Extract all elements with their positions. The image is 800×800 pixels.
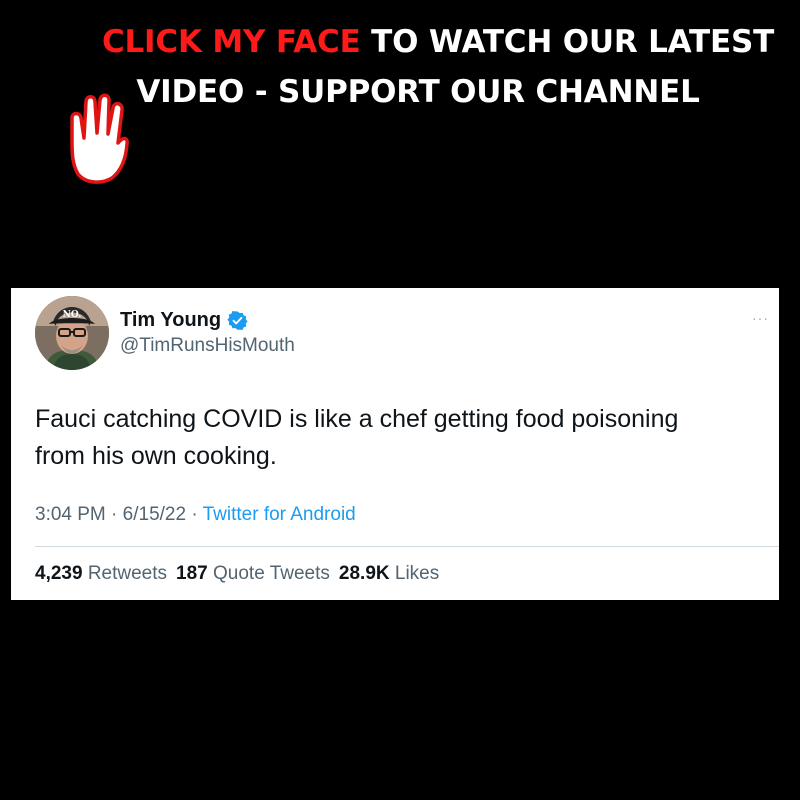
tweet-text-line-2: from his own cooking. (35, 442, 277, 470)
meta-separator: · (105, 504, 123, 525)
banner-line-1: CLICK MY FACE TO WATCH OUR LATEST (68, 24, 800, 60)
likes-stat[interactable]: 28.9K Likes (339, 563, 439, 584)
promo-banner[interactable]: CLICK MY FACE TO WATCH OUR LATEST VIDEO … (60, 22, 800, 184)
avatar-image: NO. (35, 296, 109, 370)
banner-line-2: VIDEO - SUPPORT OUR CHANNEL (136, 74, 700, 110)
author-name[interactable]: Tim Young (120, 309, 221, 332)
tweet-time[interactable]: 3:04 PM (35, 504, 106, 525)
retweets-label: Retweets (82, 563, 168, 584)
tweet-text-line-1: Fauci catching COVID is like a chef gett… (35, 405, 679, 433)
author-handle[interactable]: @TimRunsHisMouth (120, 335, 295, 357)
meta-separator: · (186, 504, 203, 525)
author-row[interactable]: Tim Young (120, 309, 248, 332)
tweet-date[interactable]: 6/15/22 (123, 504, 186, 525)
divider (35, 546, 779, 547)
likes-label: Likes (389, 563, 440, 584)
tweet-source-link[interactable]: Twitter for Android (203, 504, 356, 525)
banner-highlight: CLICK MY FACE (101, 24, 361, 60)
quote-tweets-label: Quote Tweets (207, 563, 330, 584)
avatar-cap-text: NO. (63, 310, 82, 320)
verified-badge-icon (227, 310, 248, 331)
quote-tweets-stat[interactable]: 187 Quote Tweets (176, 563, 330, 584)
retweets-stat[interactable]: 4,239 Retweets (35, 563, 167, 584)
quote-tweets-count: 187 (176, 563, 208, 584)
retweets-count: 4,239 (35, 563, 83, 584)
tweet-meta: 3:04 PM · 6/15/22 · Twitter for Android (35, 504, 356, 526)
tweet-text: Fauci catching COVID is like a chef gett… (35, 401, 765, 475)
more-options-icon[interactable]: ··· (752, 310, 769, 326)
banner-line-1-text: TO WATCH OUR LATEST (360, 24, 775, 60)
tweet-card[interactable]: NO. Tim Young @TimRunsHisMouth ··· Fauci… (11, 288, 779, 600)
tweet-stats: 4,239 Retweets 187 Quote Tweets 28.9K Like… (35, 563, 439, 585)
hand-click-icon (70, 93, 129, 184)
user-avatar[interactable]: NO. (35, 296, 109, 370)
likes-count: 28.9K (338, 563, 390, 584)
